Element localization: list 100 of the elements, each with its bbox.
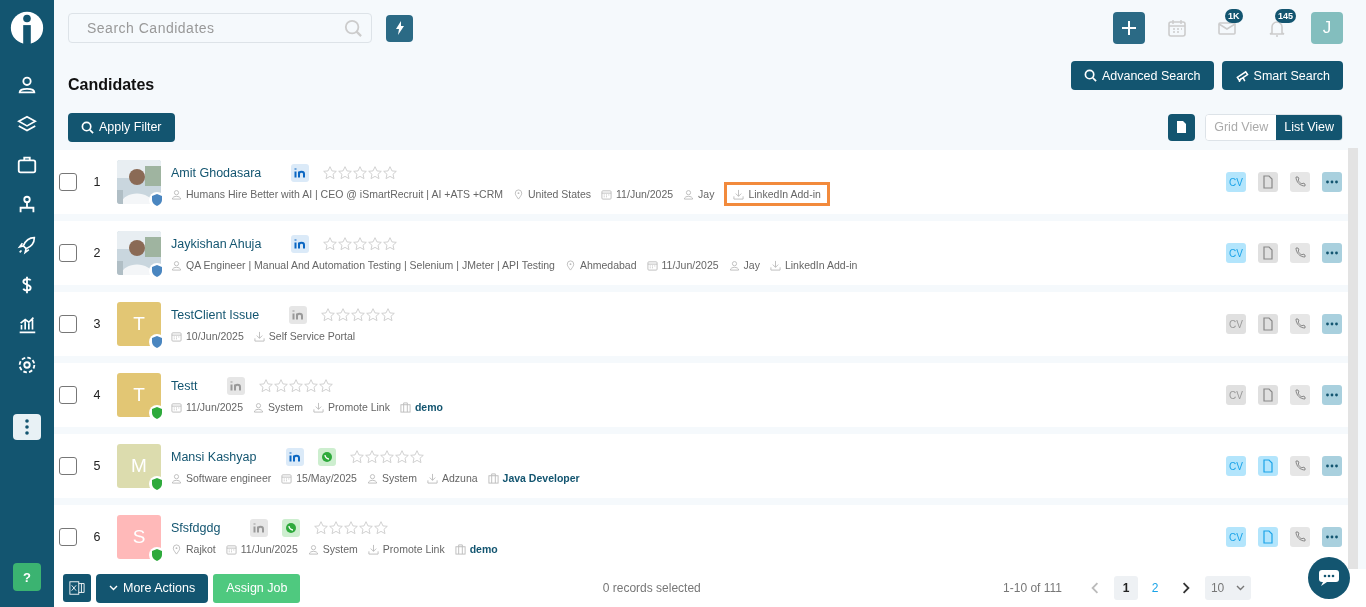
more-menu-button[interactable] [13,414,41,440]
star-icon[interactable] [321,308,336,322]
star-icon[interactable] [304,379,319,393]
candidate-name[interactable]: Sfsfdgdg [171,521,221,535]
linkedin-icon[interactable] [250,519,269,537]
whatsapp-icon[interactable] [282,519,301,537]
advanced-search-button[interactable]: Advanced Search [1070,61,1214,90]
add-button[interactable] [1113,12,1145,44]
phone-icon[interactable] [1290,527,1310,547]
candidate-name[interactable]: TestClient Issue [171,308,260,322]
star-icon[interactable] [383,166,398,180]
star-icon[interactable] [374,521,389,535]
star-icon[interactable] [338,237,353,251]
star-icon[interactable] [380,450,395,464]
view-toggle-tab[interactable]: List View [1276,114,1342,140]
star-icon[interactable] [344,521,359,535]
rocket-icon[interactable] [16,234,38,256]
meta-label: System [307,543,358,555]
smart-search-button[interactable]: Smart Search [1221,61,1343,90]
more-actions-button[interactable]: More Actions [96,573,209,603]
linkedin-icon[interactable] [227,377,246,395]
linkedin-icon[interactable] [291,235,310,253]
candidate-name[interactable]: Mansi Kashyap [171,450,257,464]
star-rating[interactable] [314,521,389,535]
more-options-button[interactable] [1322,172,1342,192]
star-icon[interactable] [365,450,380,464]
phone-icon[interactable] [1290,314,1310,334]
calendar-icon [171,401,182,413]
star-icon[interactable] [395,450,410,464]
star-icon[interactable] [350,450,365,464]
more-options-button[interactable] [1322,385,1342,405]
quick-action-button[interactable] [386,14,413,42]
star-icon[interactable] [314,521,329,535]
star-icon[interactable] [289,379,304,393]
document-icon[interactable] [1258,314,1278,334]
excel-export-button[interactable] [63,574,91,602]
row-checkbox[interactable] [59,244,77,262]
star-icon[interactable] [329,521,344,535]
more-options-button[interactable] [1322,527,1342,547]
star-icon[interactable] [353,166,368,180]
meta-label: 10/Jun/2025 [171,330,244,342]
document-icon[interactable] [1258,385,1278,405]
phone-icon[interactable] [1290,385,1310,405]
star-icon[interactable] [366,308,381,322]
document-icon[interactable] [1258,172,1278,192]
linkedin-icon[interactable] [289,306,308,324]
whatsapp-icon[interactable] [318,448,337,466]
document-icon[interactable] [1258,456,1278,476]
star-icon[interactable] [338,166,353,180]
page-size-select[interactable]: 10 [1205,576,1251,600]
search-field[interactable]: Search Candidates [68,13,372,43]
star-icon[interactable] [274,379,289,393]
more-options-button[interactable] [1322,243,1342,263]
candidate-name[interactable]: Testt [171,379,198,393]
star-rating[interactable] [323,166,398,180]
apply-filter-button[interactable]: Apply Filter [68,112,175,142]
star-rating[interactable] [259,379,334,393]
row-checkbox[interactable] [59,315,77,333]
person-icon[interactable] [16,74,38,96]
star-rating[interactable] [323,237,398,251]
briefcase-icon[interactable] [16,154,38,176]
star-icon[interactable] [359,521,374,535]
meta-label: Jay [683,188,715,200]
candidate-name[interactable]: Amit Ghodasara [171,166,262,180]
calendar-icon[interactable] [1167,18,1187,38]
star-icon[interactable] [368,166,383,180]
star-rating[interactable] [321,308,396,322]
linkedin-icon[interactable] [286,448,305,466]
phone-icon[interactable] [1290,456,1310,476]
bell-icon[interactable] [1267,18,1287,38]
document-icon[interactable] [1258,243,1278,263]
star-icon[interactable] [368,237,383,251]
more-options-button[interactable] [1322,456,1342,476]
star-icon[interactable] [383,237,398,251]
row-checkbox[interactable] [59,173,77,191]
row-checkbox[interactable] [59,457,77,475]
row-checkbox[interactable] [59,386,77,404]
star-icon[interactable] [351,308,366,322]
star-rating[interactable] [350,450,425,464]
star-icon[interactable] [323,166,338,180]
star-icon[interactable] [353,237,368,251]
document-icon[interactable] [1258,527,1278,547]
settings-icon[interactable] [16,354,38,376]
star-icon[interactable] [323,237,338,251]
more-options-button[interactable] [1322,314,1342,334]
star-icon[interactable] [410,450,425,464]
page-button[interactable]: 1 [1114,576,1138,600]
star-icon[interactable] [319,379,334,393]
linkedin-icon[interactable] [291,164,310,182]
previous-page-icon[interactable] [1089,582,1101,594]
candidate-name[interactable]: Jaykishan Ahuja [171,237,262,251]
export-button[interactable] [1168,113,1196,141]
scrollbar[interactable] [1348,148,1358,569]
star-icon[interactable] [259,379,274,393]
star-icon[interactable] [381,308,396,322]
next-page-icon[interactable] [1180,582,1192,594]
row-checkbox[interactable] [59,528,77,546]
phone-icon[interactable] [1290,172,1310,192]
star-icon[interactable] [336,308,351,322]
phone-icon[interactable] [1290,243,1310,263]
